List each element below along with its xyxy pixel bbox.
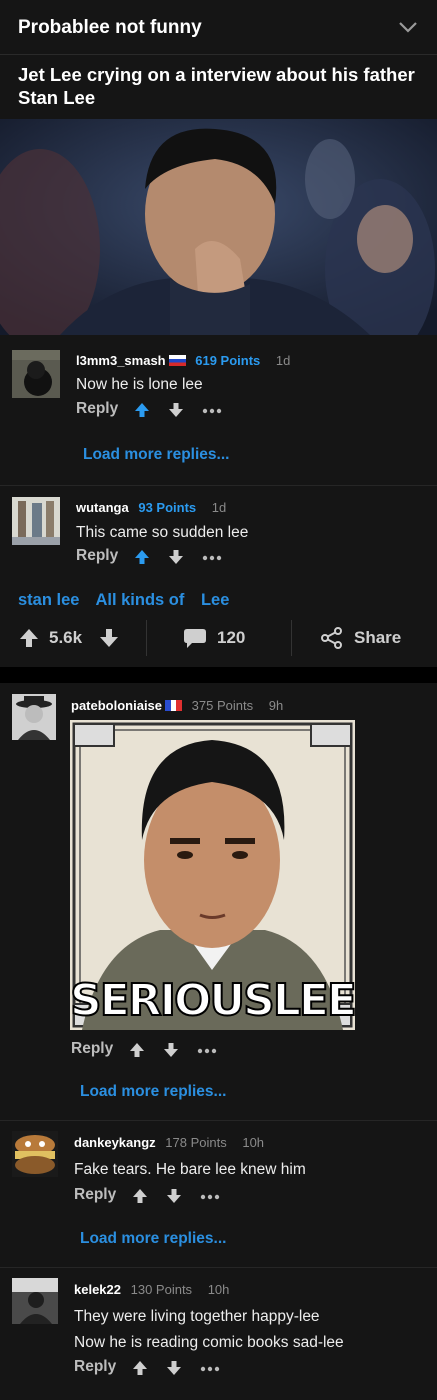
more-dots-icon[interactable] [201, 402, 223, 418]
downvote-arrow-icon[interactable] [166, 1188, 182, 1204]
comment-text: This came so sudden lee [76, 524, 249, 541]
tag-link[interactable]: stan lee [18, 591, 79, 609]
reply-button[interactable]: Reply [76, 400, 118, 418]
comment-text: Fake tears. He bare lee knew him [74, 1161, 306, 1178]
points: 178 Points [165, 1135, 227, 1150]
divider [291, 620, 292, 656]
reply-button[interactable]: Reply [71, 1040, 113, 1058]
divider [146, 620, 147, 656]
avatar[interactable] [12, 1278, 58, 1324]
points: 130 Points [130, 1282, 193, 1297]
tag-link[interactable]: Lee [201, 591, 229, 609]
post-action-bar: 5.6k 120 Share [0, 612, 437, 666]
timestamp: 9h [268, 698, 284, 713]
post-image[interactable] [0, 119, 437, 335]
france-flag-icon [165, 700, 183, 711]
load-more-replies[interactable]: Load more replies... [80, 1083, 226, 1101]
comment-meta: wutanga 93 Points 1d [76, 500, 226, 515]
points: 375 Points [191, 698, 254, 713]
timestamp: 10h [207, 1282, 230, 1297]
russia-flag-icon [168, 355, 186, 366]
comment: l3mm3_smash 619 Points 1d Now he is lone… [0, 336, 437, 456]
comment-text: Now he is lone lee [76, 376, 203, 393]
downvote-arrow-icon[interactable] [163, 1042, 179, 1058]
upvote-arrow-icon[interactable] [18, 627, 40, 649]
reply-button[interactable]: Reply [74, 1186, 116, 1204]
avatar[interactable] [12, 350, 60, 398]
meme-image[interactable]: SERIOUSLEE [70, 720, 355, 1030]
username[interactable]: l3mm3_smash [76, 353, 166, 368]
username[interactable]: dankeykangz [74, 1135, 156, 1150]
downvote-arrow-icon[interactable] [168, 549, 184, 565]
post-tags: stan lee All kinds of Lee [18, 591, 229, 610]
points: 93 Points [138, 500, 197, 515]
more-dots-icon[interactable] [199, 1188, 221, 1204]
share-icon[interactable] [320, 627, 344, 649]
comment-bubble-icon[interactable] [183, 627, 207, 649]
comment-meta: kelek22 130 Points 10h [74, 1282, 229, 1297]
username[interactable]: wutanga [76, 500, 129, 515]
chevron-down-icon[interactable] [397, 18, 419, 36]
load-more-replies[interactable]: Load more replies... [83, 446, 229, 464]
timestamp: 1d [211, 500, 227, 515]
meme-caption: SERIOUSLEE [70, 975, 355, 1027]
upvote-arrow-icon[interactable] [134, 402, 150, 418]
post-header: Probablee not funny [0, 0, 437, 55]
more-dots-icon[interactable] [196, 1042, 218, 1058]
avatar[interactable] [12, 694, 56, 740]
comment-text: They were living together happy-lee [74, 1308, 320, 1325]
divider [0, 1120, 437, 1121]
upvote-arrow-icon[interactable] [132, 1360, 148, 1376]
section-title[interactable]: Probablee not funny [18, 17, 202, 39]
upvote-arrow-icon[interactable] [134, 549, 150, 565]
points: 619 Points [195, 353, 261, 368]
reply-button[interactable]: Reply [76, 547, 118, 565]
comment: wutanga 93 Points 1d This came so sudden… [0, 486, 437, 576]
divider [0, 1267, 437, 1268]
comment-count[interactable]: 120 [217, 628, 245, 648]
downvote-arrow-icon[interactable] [98, 627, 120, 649]
more-dots-icon[interactable] [201, 549, 223, 565]
username[interactable]: pateboloniaise [71, 698, 162, 713]
username[interactable]: kelek22 [74, 1282, 121, 1297]
timestamp: 10h [242, 1135, 265, 1150]
load-more-replies[interactable]: Load more replies... [80, 1230, 226, 1248]
post-card: Probablee not funny Jet Lee crying on a … [0, 0, 437, 667]
more-dots-icon[interactable] [199, 1360, 221, 1376]
share-button[interactable]: Share [354, 628, 401, 648]
comment-text: Now he is reading comic books sad-lee [74, 1334, 344, 1351]
timestamp: 1d [275, 353, 291, 368]
tag-link[interactable]: All kinds of [95, 591, 184, 609]
comment-meta: dankeykangz 178 Points 10h [74, 1135, 264, 1150]
comment-meta: l3mm3_smash 619 Points 1d [76, 353, 290, 368]
downvote-arrow-icon[interactable] [166, 1360, 182, 1376]
upvote-count: 5.6k [49, 628, 83, 647]
avatar[interactable] [12, 497, 60, 545]
avatar[interactable] [12, 1131, 58, 1177]
upvote-arrow-icon[interactable] [129, 1042, 145, 1058]
reply-button[interactable]: Reply [74, 1358, 116, 1376]
comment-meta: pateboloniaise 375 Points 9h [71, 698, 283, 713]
upvote-arrow-icon[interactable] [132, 1188, 148, 1204]
post-title[interactable]: Jet Lee crying on a interview about his … [18, 63, 418, 109]
downvote-arrow-icon[interactable] [168, 402, 184, 418]
